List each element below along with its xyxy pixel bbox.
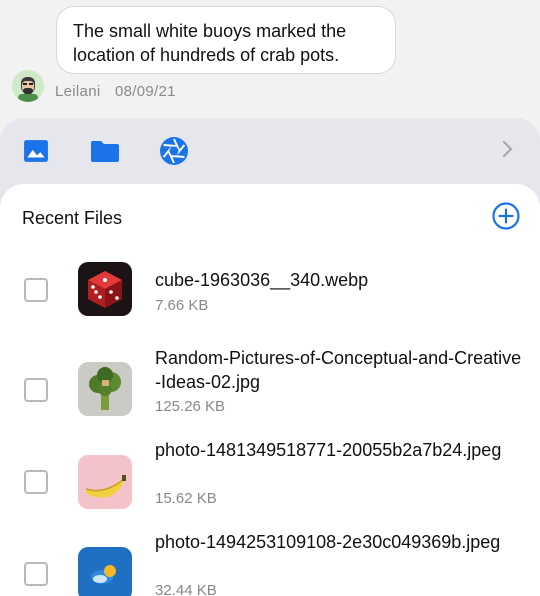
file-size: 15.62 KB [155,490,217,507]
file-name: photo-1481349518771-20055b2a7b24.jpeg [155,440,502,460]
file-size: 125.26 KB [155,398,226,415]
message-text: The small white buoys marked the locatio… [73,21,347,65]
plus-circle-icon [492,202,520,230]
file-thumbnail [78,262,132,316]
message-date: 08/09/21 [114,83,176,100]
file-checkbox[interactable] [24,562,48,586]
file-name: cube-1963036__340.webp [155,270,369,290]
file-size: 7.66 KB [155,297,209,314]
camera-aperture-icon[interactable] [159,136,189,166]
file-checkbox[interactable] [24,470,48,494]
chevron-right-icon[interactable] [496,138,518,160]
chat-area: The small white buoys marked the locatio… [0,0,540,130]
message-bubble[interactable]: The small white buoys marked the locatio… [56,6,396,74]
file-checkbox[interactable] [24,378,48,402]
file-thumbnail [78,547,132,596]
file-thumbnail [78,455,132,509]
file-name: Random-Pictures-of-Conceptual-and-Creati… [155,348,522,392]
avatar[interactable] [12,70,44,102]
add-file-button[interactable] [492,202,520,230]
image-icon[interactable] [21,136,51,166]
panel-title: Recent Files [22,208,123,228]
recent-files-panel: Recent Files cube-1963036__340.webp 7.66… [0,184,540,596]
sender-name: Leilani [55,83,101,100]
attachment-sheet: Recent Files cube-1963036__340.webp 7.66… [0,118,540,596]
file-name: photo-1494253109108-2e30c049369b.jpeg [155,532,501,552]
attachment-toolbar [0,118,540,184]
file-thumbnail [78,362,132,416]
message-meta: Leilani 08/09/21 [55,83,176,100]
folder-icon[interactable] [90,136,120,166]
file-checkbox[interactable] [24,278,48,302]
file-size: 32.44 KB [155,582,217,596]
screen: The small white buoys marked the locatio… [0,0,540,596]
